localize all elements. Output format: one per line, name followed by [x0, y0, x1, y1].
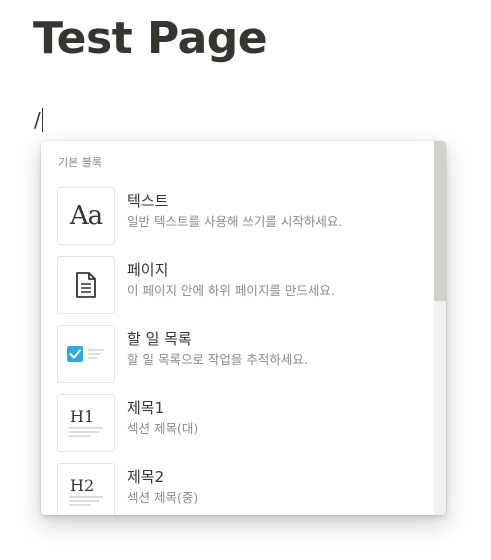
- heading-1-glyph: H1: [69, 407, 103, 437]
- menu-item-description: 섹션 제목(대): [127, 421, 199, 436]
- slash-command-menu: 기본 블록 Aa 텍스트 일반 텍스트를 사용해 쓰기를 시작하세요. 페이지: [41, 141, 446, 515]
- menu-item-heading-2[interactable]: H2 제목2 섹션 제목(중): [41, 463, 434, 515]
- page-title[interactable]: Test Page: [33, 6, 268, 72]
- menu-item-text[interactable]: Aa 텍스트 일반 텍스트를 사용해 쓰기를 시작하세요.: [41, 187, 434, 256]
- menu-item-todo-list[interactable]: 할 일 목록 할 일 목록으로 작업을 추적하세요.: [41, 325, 434, 394]
- menu-content: 기본 블록 Aa 텍스트 일반 텍스트를 사용해 쓰기를 시작하세요. 페이지: [41, 141, 434, 515]
- text-caret: [41, 108, 43, 132]
- menu-scrollbar-thumb[interactable]: [434, 141, 446, 301]
- heading-2-icon: H2: [57, 463, 115, 515]
- heading-2-glyph: H2: [69, 476, 103, 506]
- page-document-icon: [57, 256, 115, 314]
- section-header-basic-blocks: 기본 블록: [58, 156, 102, 169]
- todo-checkbox-icon: [57, 325, 115, 383]
- menu-item-title: 페이지: [127, 261, 169, 279]
- menu-item-title: 제목2: [127, 468, 165, 486]
- text-aa-icon: Aa: [57, 187, 115, 245]
- menu-scrollbar-track[interactable]: [434, 141, 446, 515]
- slash-command-text[interactable]: /: [34, 106, 41, 134]
- heading-2-label: H2: [70, 476, 94, 495]
- heading-1-label: H1: [70, 407, 94, 426]
- menu-item-title: 할 일 목록: [127, 330, 192, 348]
- heading-1-icon: H1: [57, 394, 115, 452]
- todo-checkbox-glyph: [67, 346, 104, 362]
- menu-item-description: 이 페이지 안에 하위 페이지를 만드세요.: [127, 283, 335, 298]
- editor-block[interactable]: /: [34, 106, 43, 134]
- menu-item-description: 할 일 목록으로 작업을 추적하세요.: [127, 352, 308, 367]
- menu-item-page[interactable]: 페이지 이 페이지 안에 하위 페이지를 만드세요.: [41, 256, 434, 325]
- menu-item-description: 섹션 제목(중): [127, 490, 199, 505]
- menu-item-title: 제목1: [127, 399, 165, 417]
- menu-item-heading-1[interactable]: H1 제목1 섹션 제목(대): [41, 394, 434, 463]
- menu-item-description: 일반 텍스트를 사용해 쓰기를 시작하세요.: [127, 214, 343, 229]
- menu-item-title: 텍스트: [127, 192, 169, 210]
- page-document-glyph: [76, 272, 96, 298]
- text-aa-glyph: Aa: [69, 201, 103, 231]
